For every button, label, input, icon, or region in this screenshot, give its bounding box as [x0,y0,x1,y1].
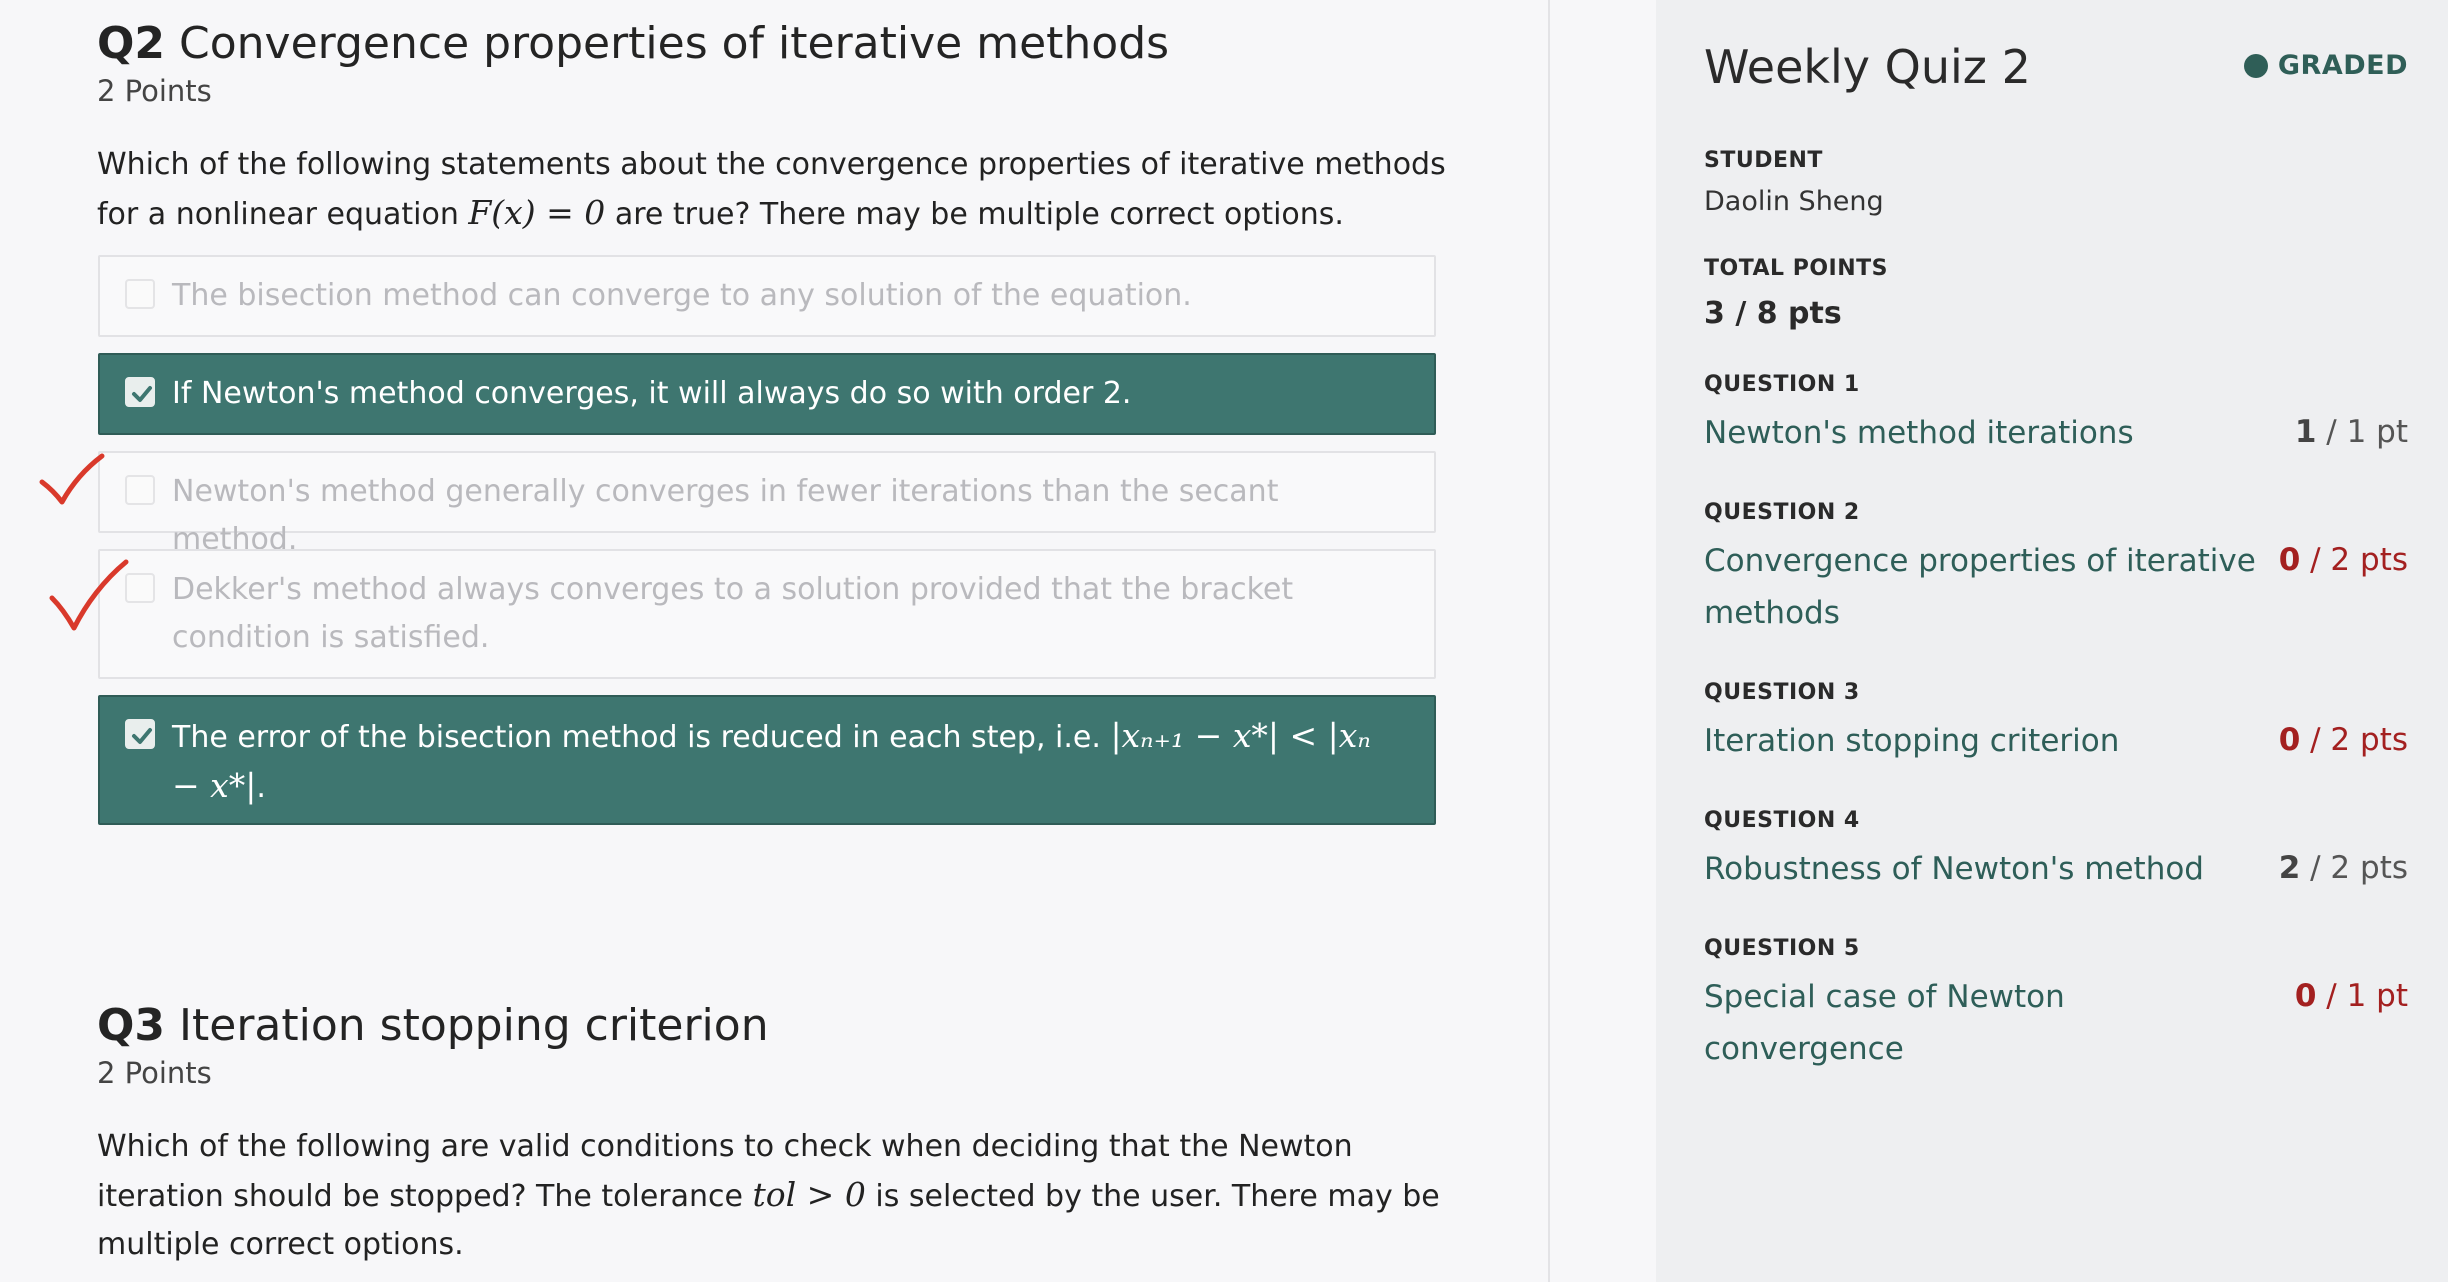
sidebar-question-label: QUESTION 4 [1704,808,1860,833]
sidebar-question-link-4[interactable]: Robustness of Newton's method [1704,843,2264,895]
sidebar-question-score-2: 0 / 2 pts [2279,542,2408,578]
q2-title: Q2 Convergence properties of iterative m… [97,18,1169,69]
student-name: Daolin Sheng [1704,186,1884,217]
q3-number: Q3 [97,1000,166,1051]
page: Q2 Convergence properties of iterative m… [0,0,2448,1282]
score-earned: 1 [2294,414,2317,450]
score-earned: 0 [2294,978,2317,1014]
score-total: / 1 pt [2316,978,2408,1014]
score-earned: 0 [2278,542,2301,578]
q3-title-text: Iteration stopping criterion [179,1000,769,1051]
q3-prompt: Which of the following are valid conditi… [97,1123,1457,1269]
q3-title: Q3 Iteration stopping criterion [97,1000,769,1051]
score-total: / 2 pts [2300,542,2408,578]
q2-option-5[interactable]: The error of the bisection method is red… [98,695,1436,825]
score-earned: 2 [2278,850,2301,886]
sidebar-question-label: QUESTION 3 [1704,680,1860,705]
q2-option-4-label: Dekker's method always converges to a so… [172,572,1294,655]
sidebar-question-label: QUESTION 1 [1704,372,1860,397]
question-panel: Q2 Convergence properties of iterative m… [0,0,1548,1282]
sidebar-question-label: QUESTION 5 [1704,936,1860,961]
q3-prompt-math: tol > 0 [752,1175,866,1214]
total-points-label: TOTAL POINTS [1704,256,1888,281]
status-badge: GRADED [2243,50,2408,81]
status-text: GRADED [2277,50,2408,81]
sidebar-question-link-1[interactable]: Newton's method iterations [1704,407,2264,459]
q2-option-1[interactable]: The bisection method can converge to any… [98,255,1436,337]
panel-gap [1550,0,1656,1282]
q2-option-5-label: The error of the bisection method is red… [172,712,1394,812]
status-dot-icon [2243,53,2268,78]
checkbox-checked-icon[interactable] [125,377,155,407]
score-total: / 2 pts [2300,722,2408,758]
q2-number: Q2 [97,18,166,69]
score-total: / 1 pt [2316,414,2408,450]
student-label: STUDENT [1704,148,1823,173]
checkbox-empty-icon[interactable] [125,279,155,309]
sidebar-question-link-5[interactable]: Special case of Newton convergence [1704,971,2264,1075]
sidebar-question-link-2[interactable]: Convergence properties of iterative meth… [1704,535,2264,639]
q2-option-2-label: If Newton's method converges, it will al… [172,376,1132,411]
q2-prompt-part-b: are true? There may be multiple correct … [614,197,1344,232]
q2-prompt-math: F(x) = 0 [468,193,606,232]
total-points-value: 3 / 8 pts [1704,296,1842,331]
sidebar-question-score-4: 2 / 2 pts [2279,850,2408,886]
quiz-title: Weekly Quiz 2 [1704,40,2031,94]
sidebar-question-score-1: 1 / 1 pt [2295,414,2408,450]
q2-option-5-label-text: The error of the bisection method is red… [172,720,1101,755]
sidebar-question-label: QUESTION 2 [1704,500,1860,525]
q2-option-3[interactable]: Newton's method generally converges in f… [98,451,1436,557]
score-earned: 0 [2278,722,2301,758]
q2-points: 2 Points [97,74,212,108]
sidebar-question-score-3: 0 / 2 pts [2279,722,2408,758]
red-checkmark-icon [39,453,105,505]
q2-prompt: Which of the following statements about … [97,141,1457,239]
checkbox-empty-icon[interactable] [125,475,155,505]
q2-option-5-label-end: . [256,770,266,805]
q3-points: 2 Points [97,1056,212,1090]
score-total: / 2 pts [2300,850,2408,886]
sidebar-question-score-5: 0 / 1 pt [2295,978,2408,1014]
sidebar-question-link-3[interactable]: Iteration stopping criterion [1704,715,2264,767]
checkbox-checked-icon[interactable] [125,719,155,749]
q2-option-2[interactable]: If Newton's method converges, it will al… [98,353,1436,435]
q2-option-4[interactable]: Dekker's method always converges to a so… [98,549,1436,679]
red-checkmark-icon [49,559,129,631]
q2-option-1-label: The bisection method can converge to any… [172,278,1192,313]
q2-title-text: Convergence properties of iterative meth… [179,18,1170,69]
